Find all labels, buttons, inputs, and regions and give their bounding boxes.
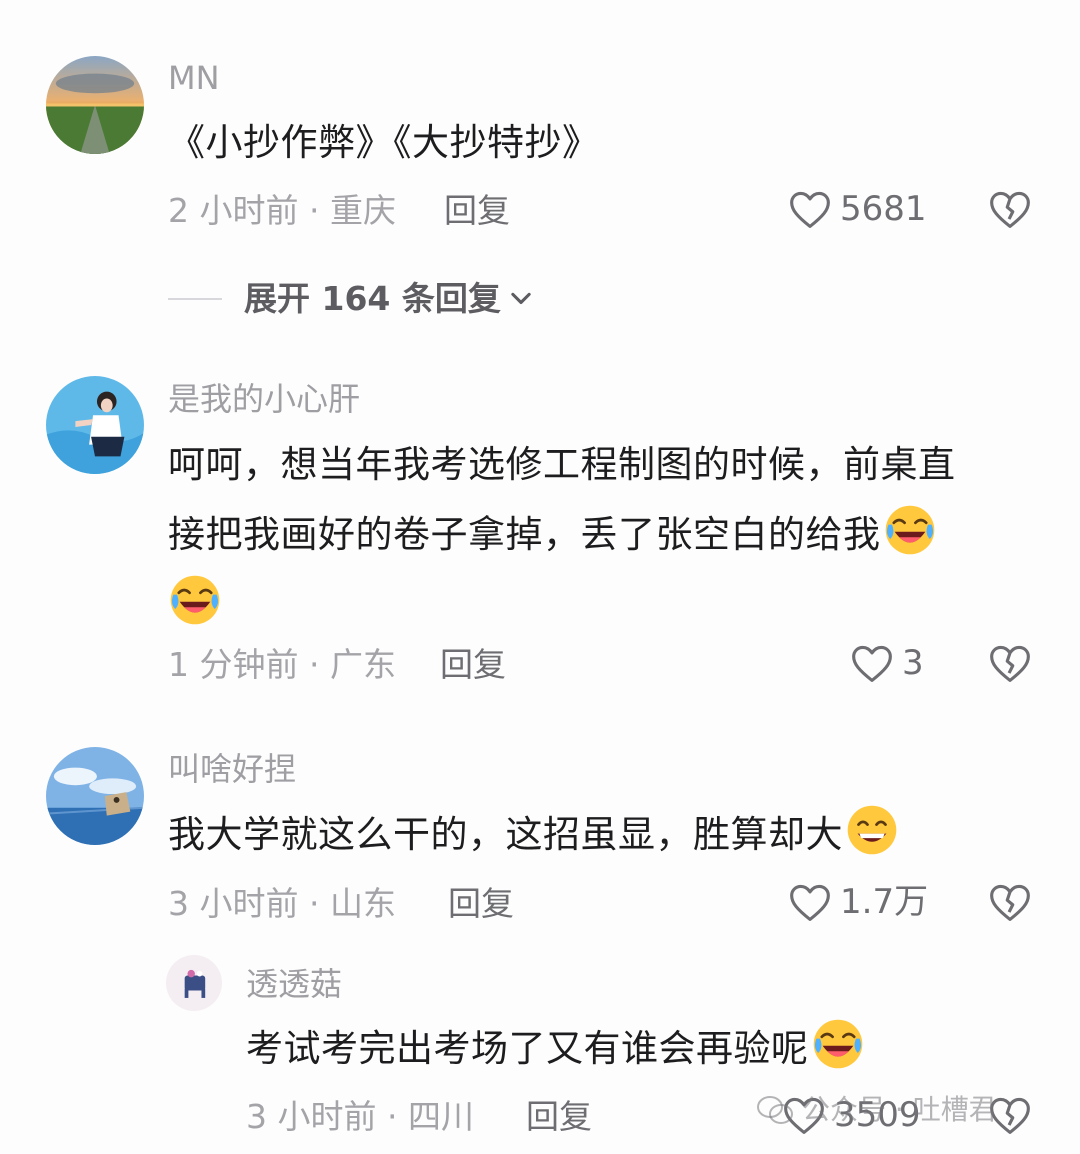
avatar-xiaoxingan[interactable]: [46, 376, 144, 474]
comment-text: 考试考完出考场了又有谁会再验呢: [246, 1014, 865, 1084]
comment-text-line: 接把我画好的卷子拿掉，丢了张空白的给我: [168, 513, 881, 556]
grinning-emoji: [845, 803, 899, 857]
heart-outline-icon: [788, 188, 832, 230]
like-button[interactable]: 1.7万: [788, 881, 928, 923]
reply-button[interactable]: 回复: [440, 648, 506, 681]
comment-text: 《小抄作弊》《大抄特抄》: [168, 121, 600, 164]
comment-time-location: 3 小时前 · 四川: [246, 1097, 474, 1136]
broken-heart-icon[interactable]: [988, 188, 1032, 230]
comment-time-location: 1 分钟前 · 广东: [168, 645, 396, 684]
reply-button[interactable]: 回复: [526, 1100, 592, 1133]
laughing-crying-emoji: [811, 1017, 865, 1071]
username[interactable]: 透透菇: [246, 968, 342, 1000]
username[interactable]: 叫啥好捏: [168, 753, 296, 785]
laughing-crying-emoji: [883, 503, 937, 557]
comment-time-location: 2 小时前 · 重庆: [168, 191, 396, 230]
reply-button[interactable]: 回复: [448, 887, 514, 920]
comment-text-line-wrap: 接把我画好的卷子拿掉，丢了张空白的给我: [168, 500, 1048, 570]
username[interactable]: MN: [168, 62, 220, 94]
like-button[interactable]: 5681: [788, 188, 927, 230]
comment-text-line: 我大学就这么干的，这招虽显，胜算却大: [168, 813, 843, 856]
broken-heart-icon[interactable]: [988, 642, 1032, 684]
avatar-toutougu[interactable]: [166, 955, 222, 1011]
heart-outline-icon: [788, 881, 832, 923]
chevron-down-icon: [511, 292, 531, 304]
wechat-icon: [757, 1096, 793, 1124]
comment-text: 呵呵，想当年我考选修工程制图的时候，前桌直 接把我画好的卷子拿掉，丢了张空白的给…: [168, 430, 1048, 640]
broken-heart-icon[interactable]: [988, 881, 1032, 923]
heart-outline-icon: [850, 642, 894, 684]
like-button[interactable]: 3: [850, 642, 924, 684]
divider-line: [168, 297, 222, 300]
comment-text-emoji-line: [168, 570, 1048, 640]
avatar-jiaoshahaonie[interactable]: [46, 747, 144, 845]
comment-text-line: 考试考完出考场了又有谁会再验呢: [246, 1027, 809, 1070]
expand-replies-button[interactable]: 展开 164 条回复: [168, 282, 535, 315]
avatar-mn[interactable]: [46, 56, 144, 154]
like-count: 5681: [840, 189, 927, 229]
username[interactable]: 是我的小心肝: [168, 383, 360, 415]
laughing-crying-emoji: [168, 573, 222, 627]
like-count: 3: [902, 643, 924, 683]
watermark-text: 公众号 · 吐槽君: [802, 1093, 997, 1126]
comment-time-location: 3 小时前 · 山东: [168, 884, 396, 923]
watermark: 公众号 · 吐槽君: [756, 1094, 997, 1126]
comment-text: 我大学就这么干的，这招虽显，胜算却大: [168, 800, 899, 870]
like-count: 1.7万: [840, 882, 929, 922]
reply-button[interactable]: 回复: [444, 194, 510, 227]
expand-replies-label: 展开 164 条回复: [244, 279, 501, 318]
comment-text-line: 呵呵，想当年我考选修工程制图的时候，前桌直: [168, 443, 956, 486]
comment-list-page: MN 《小抄作弊》《大抄特抄》 2 小时前 · 重庆 回复 5681 展开 16…: [0, 0, 1080, 1154]
